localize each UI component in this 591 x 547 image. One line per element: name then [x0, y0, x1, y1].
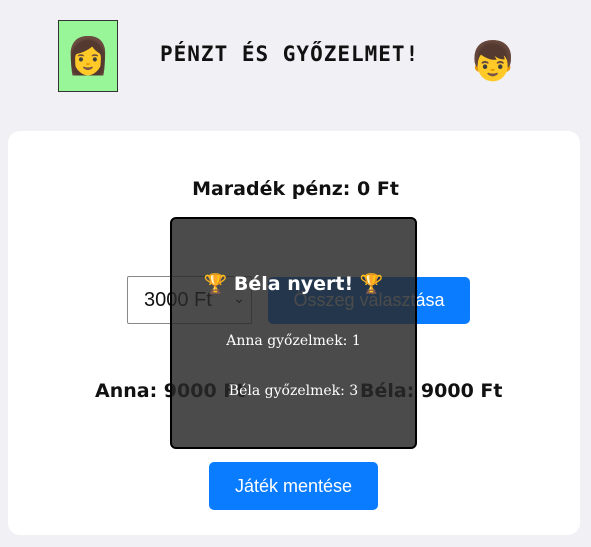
save-game-label: Játék mentése [234, 475, 353, 496]
page-title: PÉNZT ÉS GYŐZELMET! [160, 42, 420, 66]
woman-emoji-icon: 👩 [65, 36, 111, 77]
save-game-button[interactable]: Játék mentése [209, 462, 378, 510]
header: 👩 PÉNZT ÉS GYŐZELMET! 👦 [0, 0, 591, 120]
result-overlay: 🏆 Béla nyert! 🏆 Anna győzelmek: 1 Béla g… [170, 217, 417, 449]
bela-wins: Béla győzelmek: 3 [228, 383, 359, 399]
bela-avatar: 👦 [468, 36, 518, 86]
boy-emoji-icon: 👦 [469, 38, 517, 83]
remaining-money: Maradék pénz: 0 Ft [192, 178, 399, 200]
winner-text: 🏆 Béla nyert! 🏆 [203, 273, 384, 295]
anna-avatar: 👩 [58, 20, 118, 92]
anna-wins: Anna győzelmek: 1 [226, 333, 361, 349]
